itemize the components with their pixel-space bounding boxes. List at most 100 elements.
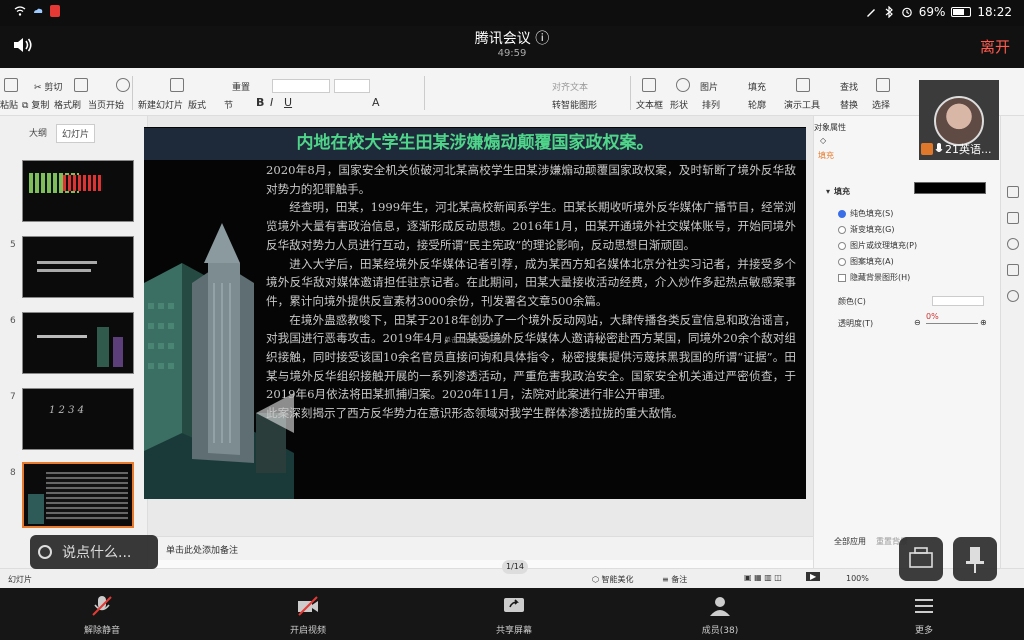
meeting-title[interactable]: 腾讯会议 ⓘ: [0, 28, 1024, 48]
copy-button[interactable]: ⧉ 复制: [22, 98, 49, 111]
fill-button[interactable]: 填充: [748, 80, 766, 93]
apply-all-button[interactable]: 全部应用: [834, 536, 866, 547]
notes-bar[interactable]: 单击此处添加备注: [148, 536, 813, 560]
play-icon[interactable]: [116, 78, 130, 92]
copy-tool-icon[interactable]: [1007, 212, 1019, 224]
radio-selected[interactable]: [838, 209, 846, 218]
floating-window-button[interactable]: [899, 537, 943, 581]
picture-fill-option[interactable]: 图片或纹理填充(P): [838, 240, 917, 251]
subtitle-placeholder[interactable]: 单击此处添加副标题: [444, 335, 507, 345]
ribbon-divider: [630, 76, 631, 110]
start-current-button[interactable]: 当页开始: [88, 98, 124, 111]
shape-icon[interactable]: [676, 78, 690, 92]
transparency-slider[interactable]: [926, 323, 978, 324]
pattern-fill-option[interactable]: 图案填充(A): [838, 256, 894, 267]
cut-button[interactable]: ✂ 剪切: [34, 80, 62, 93]
textbox-icon[interactable]: [642, 78, 656, 92]
paste-icon[interactable]: [4, 78, 18, 92]
notes-toggle[interactable]: ≡ 备注: [662, 574, 687, 585]
section-button[interactable]: 节: [224, 98, 233, 111]
font-size-select[interactable]: [334, 79, 370, 93]
radio[interactable]: [838, 225, 846, 234]
zoom-level[interactable]: 100%: [846, 574, 869, 583]
more-button[interactable]: 更多: [884, 588, 964, 640]
solid-fill-option[interactable]: 纯色填充(S): [838, 208, 893, 219]
help-icon[interactable]: [1007, 238, 1019, 250]
shape-button[interactable]: 形状: [670, 98, 688, 111]
find-button[interactable]: 查找: [840, 80, 858, 93]
font-name-select[interactable]: [272, 79, 330, 93]
tab-slides[interactable]: 幻灯片: [56, 124, 96, 143]
ribbon-divider: [424, 76, 425, 110]
location-tool-icon[interactable]: [1007, 290, 1019, 302]
slide-thumbnail[interactable]: [22, 312, 134, 374]
checkbox[interactable]: [838, 273, 846, 282]
members-button[interactable]: 成员(38): [680, 588, 760, 640]
play-slideshow-button[interactable]: ▶: [806, 572, 821, 581]
select-icon[interactable]: [876, 78, 890, 92]
fill-color-swatch[interactable]: [914, 182, 986, 194]
underline-button[interactable]: U: [284, 96, 292, 109]
cut-label: 剪切: [44, 83, 63, 93]
slide-title[interactable]: 内地在校大学生田某涉嫌煽动颠覆国家政权案。: [144, 128, 806, 160]
view-buttons[interactable]: ▣ ▦ ▥ ◫: [744, 573, 782, 582]
leave-button[interactable]: 离开: [980, 36, 1010, 57]
grid-tool-icon[interactable]: [1007, 264, 1019, 276]
notification-icon: [50, 5, 60, 17]
presenter-tools-icon[interactable]: [796, 78, 810, 92]
chat-input[interactable]: 说点什么...: [30, 535, 158, 569]
format-painter-button[interactable]: 格式刷: [54, 98, 81, 111]
bold-button[interactable]: B: [256, 96, 264, 109]
unmute-button[interactable]: 解除静音: [62, 588, 142, 640]
align-text-button[interactable]: 对齐文本: [552, 80, 588, 93]
status-right: 69% 18:22: [865, 5, 1012, 19]
picture-button[interactable]: 图片: [700, 80, 718, 93]
slide-body-text[interactable]: 2020年8月，国家安全机关侦破河北某高校学生田某涉嫌煽动颠覆国家政权案，及时斩…: [266, 161, 796, 423]
slide-thumbnail[interactable]: [22, 160, 134, 222]
radio[interactable]: [838, 241, 846, 250]
slide-thumbnail-selected[interactable]: [22, 462, 134, 528]
radio[interactable]: [838, 257, 846, 266]
pin-button[interactable]: [953, 537, 997, 581]
textbox-button[interactable]: 文本框: [636, 98, 663, 111]
italic-button[interactable]: I: [270, 96, 273, 109]
new-slide-icon[interactable]: [170, 78, 184, 92]
transparency-label: 透明度(T): [838, 319, 874, 328]
thumbnail-content: [63, 175, 103, 191]
new-slide-button[interactable]: 新建幻灯片: [138, 98, 183, 111]
hide-background-option[interactable]: 隐藏背景图形(H): [838, 272, 910, 283]
slide-canvas[interactable]: 内地在校大学生田某涉嫌煽动颠覆国家政权案。 2020年8月，国家安全机关侦破河北…: [144, 127, 806, 499]
pin-tool-icon[interactable]: [1007, 186, 1019, 198]
fill-tab-icon[interactable]: ◇: [820, 136, 826, 145]
paste-button[interactable]: 粘贴: [0, 98, 18, 111]
reset-button[interactable]: 重置: [232, 80, 250, 93]
replace-button[interactable]: 替换: [840, 98, 858, 111]
slide-paragraph: 此案深刻揭示了西方反华势力在意识形态领域对我学生群体渗透拉拢的重大敌情。: [266, 406, 684, 421]
meeting-elapsed-time: 49:59: [497, 48, 527, 59]
emoji-icon[interactable]: [38, 545, 52, 559]
start-video-button[interactable]: 开启视频: [268, 588, 348, 640]
notes-placeholder[interactable]: 单击此处添加备注: [166, 543, 238, 556]
arrange-button[interactable]: 排列: [702, 98, 720, 111]
transparency-decrease[interactable]: ⊖: [914, 318, 921, 327]
info-icon[interactable]: ⓘ: [535, 31, 549, 47]
participant-video-tile[interactable]: 21英语...: [919, 80, 999, 160]
fill-section-label: ▾ 填充: [826, 187, 851, 196]
smart-beautify-button[interactable]: ⬡ 智能美化: [592, 574, 634, 585]
layout-button[interactable]: 版式: [188, 98, 206, 111]
tab-outline[interactable]: 大纲: [24, 124, 52, 141]
outline-button[interactable]: 轮廓: [748, 98, 766, 111]
gradient-fill-option[interactable]: 渐变填充(G): [838, 224, 894, 235]
slide-thumbnail[interactable]: 1 2 3 4: [22, 388, 134, 450]
select-button[interactable]: 选择: [872, 98, 890, 111]
fill-tab[interactable]: 填充: [818, 150, 834, 161]
slide-thumbnail[interactable]: [22, 236, 134, 298]
font-color-button[interactable]: A: [372, 96, 380, 109]
convert-smartart-button[interactable]: 转智能图形: [552, 98, 597, 111]
transparency-increase[interactable]: ⊕: [980, 318, 987, 327]
start-video-label: 开启视频: [289, 626, 326, 636]
presenter-tools-button[interactable]: 演示工具: [784, 98, 820, 111]
color-select[interactable]: [932, 296, 984, 306]
format-painter-icon[interactable]: [74, 78, 88, 92]
share-screen-button[interactable]: 共享屏幕: [474, 588, 554, 640]
